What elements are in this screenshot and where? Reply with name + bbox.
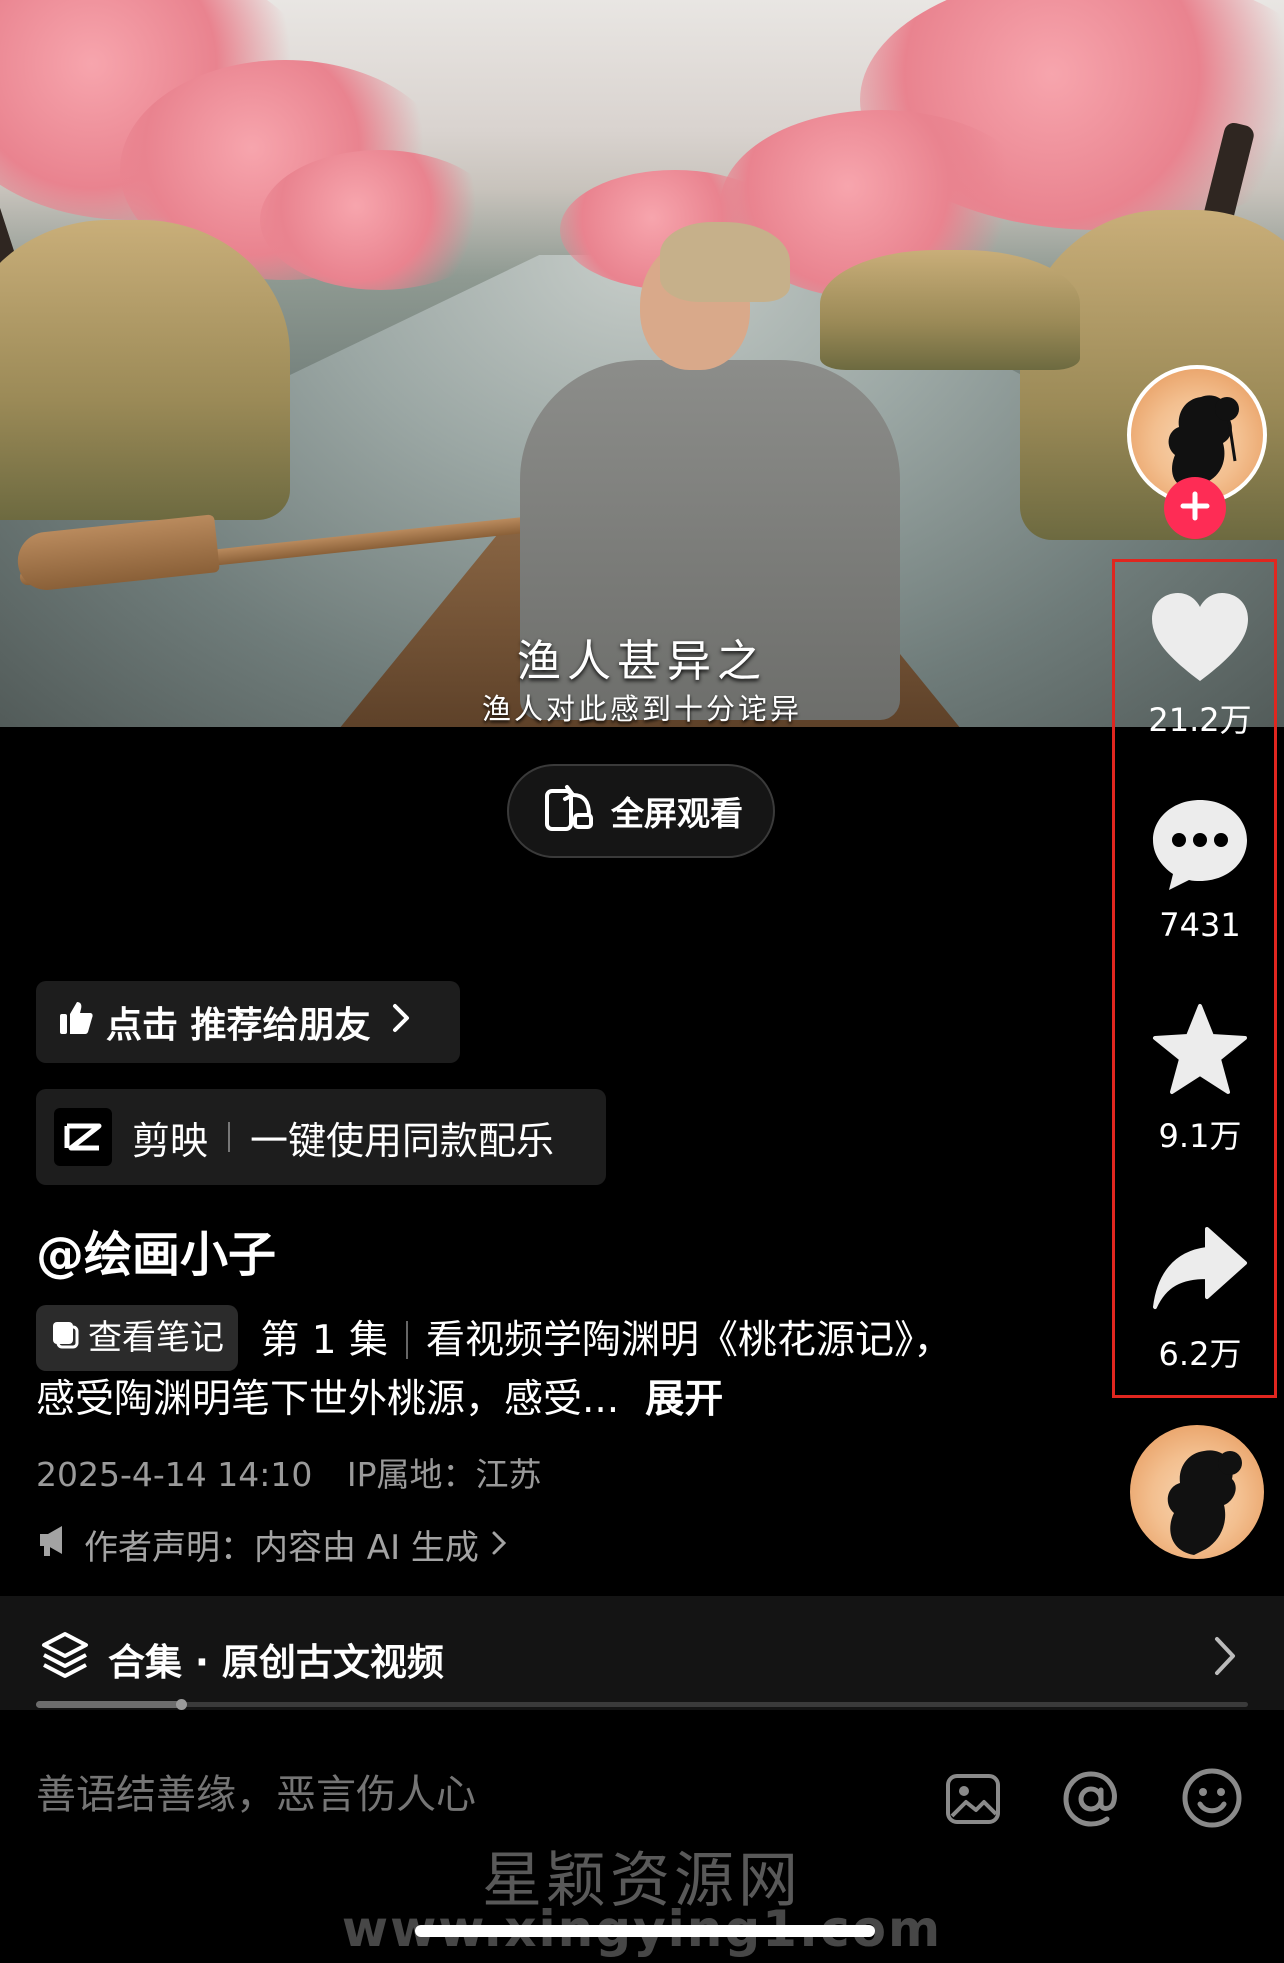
- rotate-screen-icon: [539, 781, 595, 841]
- expand-button[interactable]: 展开: [645, 1377, 723, 1422]
- at-icon[interactable]: [1060, 1768, 1122, 1834]
- home-indicator[interactable]: [415, 1925, 875, 1937]
- view-notes-chip[interactable]: 查看笔记: [36, 1305, 238, 1371]
- post-meta: 2025-4-14 14:10 IP属地：江苏: [36, 1448, 542, 1496]
- like-button[interactable]: 21.2万: [1135, 583, 1265, 743]
- comment-input[interactable]: [36, 1772, 896, 1818]
- reed-grass: [1020, 210, 1284, 540]
- ip-location: IP属地：江苏: [346, 1455, 542, 1494]
- video-player[interactable]: 渔人甚异之 渔人对此感到十分诧异: [0, 0, 1284, 727]
- share-button[interactable]: 6.2万: [1135, 1215, 1265, 1375]
- ai-declaration-label: 作者声明：内容由 AI 生成: [84, 1528, 479, 1568]
- episode-label[interactable]: 第 1 集: [260, 1318, 388, 1363]
- heart-icon: [1148, 591, 1252, 689]
- share-count: 6.2万: [1158, 1335, 1242, 1373]
- plus-icon: [1180, 491, 1210, 525]
- star-icon: [1151, 1002, 1249, 1100]
- chevron-right-icon: [391, 1002, 411, 1043]
- note-icon: [50, 1309, 80, 1367]
- emoji-icon[interactable]: [1180, 1766, 1244, 1834]
- thumbs-up-icon: [58, 1000, 94, 1045]
- video-description: 查看笔记 第 1 集看视频学陶渊明《桃花源记》，感受陶渊明笔下世外桃源，感受..…: [36, 1305, 956, 1429]
- comment-bubble-icon: [1149, 796, 1251, 896]
- author-name[interactable]: @绘画小子: [36, 1215, 276, 1285]
- follow-button[interactable]: [1164, 477, 1226, 539]
- collection-progress-track[interactable]: [36, 1702, 1248, 1707]
- capcut-app-name: 剪映: [132, 1118, 209, 1163]
- capcut-action: 一键使用同款配乐: [250, 1118, 555, 1163]
- music-disc[interactable]: [1130, 1425, 1264, 1559]
- collection-progress-knob[interactable]: [176, 1699, 187, 1710]
- capcut-logo-icon: [54, 1108, 112, 1166]
- megaphone-icon: [36, 1522, 72, 1567]
- reed-grass: [820, 250, 1080, 370]
- reed-grass: [0, 220, 290, 520]
- fullscreen-button[interactable]: 全屏观看: [507, 764, 775, 858]
- view-notes-label: 查看笔记: [88, 1318, 224, 1358]
- recommend-to-friends-chip[interactable]: 点击 推荐给朋友: [36, 981, 460, 1063]
- fullscreen-label: 全屏观看: [611, 794, 743, 833]
- chevron-right-icon: [1212, 1634, 1238, 1682]
- collection-progress-fill: [36, 1701, 181, 1708]
- post-datetime: 2025-4-14 14:10: [36, 1455, 313, 1494]
- recommend-label: 点击 推荐给朋友: [106, 1005, 371, 1046]
- divider: [406, 1321, 409, 1359]
- subtitle-modern: 渔人对此感到十分诧异: [481, 692, 802, 726]
- comment-count: 7431: [1159, 906, 1241, 944]
- comment-button[interactable]: 7431: [1135, 790, 1265, 950]
- favorite-button[interactable]: 9.1万: [1135, 998, 1265, 1158]
- chevron-right-icon: [491, 1525, 507, 1565]
- image-icon[interactable]: [944, 1770, 1002, 1832]
- ai-declaration[interactable]: 作者声明：内容由 AI 生成: [36, 1520, 507, 1569]
- favorite-count: 9.1万: [1158, 1117, 1242, 1155]
- collection-title: 合集 · 原创古文视频: [108, 1641, 444, 1684]
- divider: [228, 1122, 231, 1152]
- layers-icon: [40, 1630, 90, 1684]
- subtitle-classical: 渔人甚异之: [517, 636, 767, 687]
- like-count: 21.2万: [1148, 701, 1252, 739]
- blossom-tree: [260, 150, 500, 290]
- head-wrap: [660, 222, 790, 302]
- share-arrow-icon: [1151, 1225, 1249, 1315]
- capcut-use-music-chip[interactable]: 剪映 一键使用同款配乐: [36, 1089, 606, 1185]
